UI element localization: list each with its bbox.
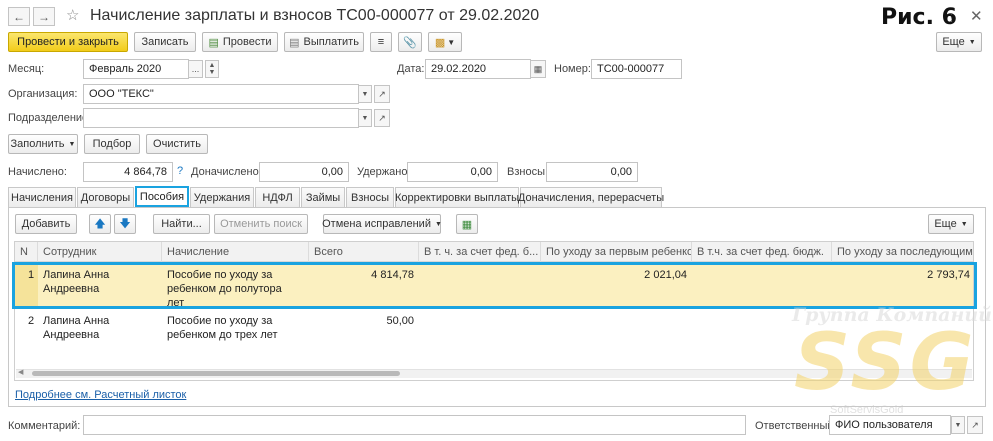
- month-picker-button[interactable]: ...: [188, 60, 203, 78]
- scroll-left-icon[interactable]: ◀: [18, 368, 23, 376]
- post-and-close-button[interactable]: Провести и закрыть: [8, 32, 128, 52]
- row-2-first-child: [541, 311, 692, 317]
- pay-label: Выплатить: [303, 36, 359, 48]
- responsible-label: Ответственный:: [755, 420, 837, 432]
- select-button[interactable]: Подбор: [84, 134, 140, 154]
- department-dropdown[interactable]: ▼: [358, 109, 372, 127]
- more-label: Еще: [942, 36, 965, 48]
- department-open-icon[interactable]: ↗: [374, 109, 390, 127]
- chevron-down-icon: ▼: [968, 38, 976, 46]
- row-2-accrual: Пособие по уходу за ребенком до трех лет: [167, 315, 278, 341]
- up-arrow-icon[interactable]: 🡅: [89, 214, 111, 234]
- comment-field[interactable]: [83, 415, 746, 435]
- organization-dropdown[interactable]: ▼: [358, 85, 372, 103]
- paperclip-icon[interactable]: 📎: [398, 32, 422, 52]
- row-2-fed-budget-1: [419, 311, 541, 317]
- date-label: Дата:: [397, 63, 425, 75]
- contributions-label: Взносы:: [507, 166, 549, 178]
- tab-benefits[interactable]: Пособия: [135, 186, 189, 207]
- col-total[interactable]: Всего: [309, 242, 419, 262]
- row-2-n: 2: [28, 315, 35, 327]
- organization-label: Организация:: [8, 88, 78, 100]
- tab-contributions[interactable]: Взносы: [346, 187, 394, 207]
- close-icon[interactable]: ✕: [970, 7, 983, 25]
- tab-loans[interactable]: Займы: [301, 187, 345, 207]
- month-stepper[interactable]: ▲ ▼: [205, 60, 219, 78]
- col-first-child[interactable]: По уходу за первым ребенком: [541, 242, 692, 262]
- chevron-down-icon: ▼: [68, 140, 76, 148]
- window-title: Начисление зарплаты и взносов ТС00-00007…: [90, 7, 540, 24]
- add-button[interactable]: Добавить: [15, 214, 77, 234]
- calendar-icon[interactable]: ▦: [530, 60, 546, 78]
- back-arrow-icon[interactable]: ←: [8, 7, 30, 26]
- post-label: Провести: [222, 36, 272, 48]
- row-1-highlight-frame: [12, 262, 977, 309]
- tab-recalculations[interactable]: Доначисления, перерасчеты: [518, 187, 664, 207]
- department-label: Подразделение:: [8, 112, 92, 124]
- find-button[interactable]: Найти...: [153, 214, 210, 234]
- withheld-label: Удержано:: [357, 166, 411, 178]
- cancel-search-button[interactable]: Отменить поиск: [214, 214, 308, 234]
- tab-payment-corrections[interactable]: Корректировки выплаты: [395, 187, 519, 207]
- organization-open-icon[interactable]: ↗: [374, 85, 390, 103]
- payslip-link[interactable]: Подробнее см. Расчетный листок: [15, 389, 186, 401]
- undo-fixes-label: Отмена исправлений: [322, 218, 431, 230]
- row-2-total: 50,00: [386, 315, 414, 327]
- more-button[interactable]: Еще ▼: [936, 32, 982, 52]
- help-icon[interactable]: ?: [177, 165, 183, 177]
- star-icon[interactable]: ☆: [66, 6, 79, 24]
- row-2-subsequent: [832, 311, 973, 317]
- accrued-field: 4 864,78: [83, 162, 173, 182]
- tab-deductions[interactable]: Удержания: [190, 187, 254, 207]
- pay-icon: ▤: [289, 36, 300, 49]
- col-n[interactable]: N: [15, 242, 38, 262]
- date-field[interactable]: 29.02.2020: [425, 59, 531, 79]
- col-accrual[interactable]: Начисление: [162, 242, 309, 262]
- fill-button[interactable]: Заполнить ▼: [8, 134, 78, 154]
- additional-label: Доначислено:: [191, 166, 262, 178]
- col-subsequent[interactable]: По уходу за последующими: [832, 242, 973, 262]
- month-label: Месяц:: [8, 63, 45, 75]
- withheld-field: 0,00: [407, 162, 498, 182]
- contributions-field: 0,00: [546, 162, 638, 182]
- additional-field: 0,00: [259, 162, 349, 182]
- col-fed-budget-2[interactable]: В т.ч. за счет фед. бюдж.: [692, 242, 832, 262]
- scrollbar-thumb[interactable]: [32, 371, 400, 376]
- chevron-down-icon: ▼: [434, 220, 442, 228]
- tab-contracts[interactable]: Договоры: [77, 187, 134, 207]
- tab-accruals[interactable]: Начисления: [8, 187, 76, 207]
- number-label: Номер:: [554, 63, 591, 75]
- row-2-fed-budget-2: [692, 311, 832, 317]
- clear-button[interactable]: Очистить: [146, 134, 208, 154]
- col-fed-budget-1[interactable]: В т. ч. за счет фед. б...: [419, 242, 541, 262]
- table-more-label: Еще: [934, 218, 957, 230]
- responsible-open-icon[interactable]: ↗: [967, 416, 983, 434]
- col-employee[interactable]: Сотрудник: [38, 242, 162, 262]
- down-arrow-icon[interactable]: 🡇: [114, 214, 136, 234]
- report-icon[interactable]: ▩ ▼: [428, 32, 462, 52]
- month-field[interactable]: Февраль 2020: [83, 59, 189, 79]
- department-field[interactable]: [83, 108, 359, 128]
- comment-label: Комментарий:: [8, 420, 81, 432]
- save-button[interactable]: Записать: [134, 32, 196, 52]
- number-field[interactable]: ТС00-000077: [591, 59, 682, 79]
- chevron-down-icon: ▼: [960, 220, 968, 228]
- undo-fixes-button[interactable]: Отмена исправлений ▼: [322, 214, 442, 234]
- link-icon[interactable]: ⋮: [946, 11, 957, 24]
- table-icon[interactable]: ▦: [456, 214, 478, 234]
- list-icon[interactable]: ≡: [370, 32, 392, 52]
- post-button[interactable]: ▤ Провести: [202, 32, 278, 52]
- fill-label: Заполнить: [10, 138, 65, 150]
- tab-ndfl[interactable]: НДФЛ: [255, 187, 300, 207]
- table-more-button[interactable]: Еще ▼: [928, 214, 974, 234]
- row-2-employee: Лапина Анна Андреевна: [43, 315, 110, 341]
- responsible-field[interactable]: ФИО пользователя: [829, 415, 951, 435]
- pay-button[interactable]: ▤ Выплатить: [284, 32, 364, 52]
- document-icon: ▤: [208, 36, 219, 49]
- forward-arrow-icon[interactable]: →: [33, 7, 55, 26]
- organization-field[interactable]: ООО "ТЕКС": [83, 84, 359, 104]
- responsible-dropdown[interactable]: ▼: [951, 416, 965, 434]
- accrued-label: Начислено:: [8, 166, 67, 178]
